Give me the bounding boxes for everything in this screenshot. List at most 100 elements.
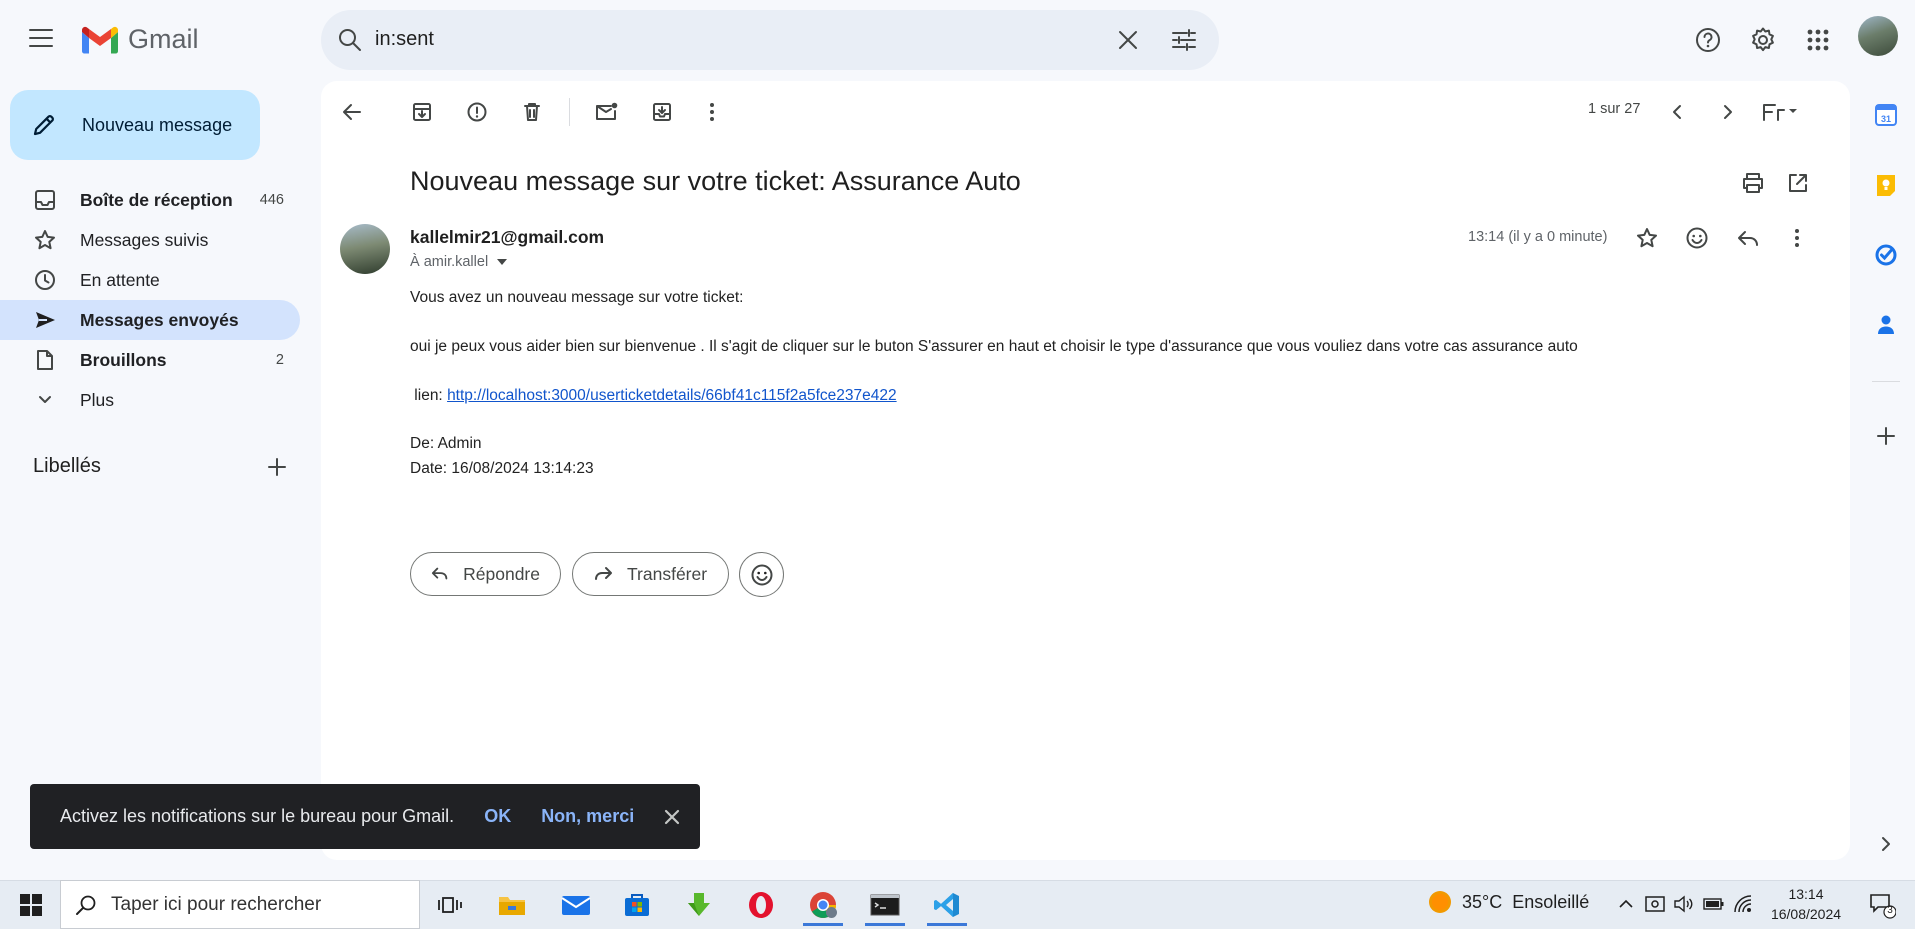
download-manager-icon[interactable] (677, 884, 721, 926)
recipient-label: À amir.kallel (410, 254, 489, 270)
speaker-volume-icon[interactable] (1673, 895, 1693, 913)
clear-search-icon[interactable] (1116, 28, 1140, 52)
action-center-icon[interactable]: 3 (1868, 891, 1896, 919)
add-reaction-emoji-icon[interactable] (1683, 224, 1711, 252)
reply-arrow-icon[interactable] (1734, 224, 1762, 252)
compose-label: Nouveau message (82, 114, 233, 135)
sidebar-item-label: Messages suivis (80, 229, 209, 250)
recipient-details[interactable]: À amir.kallel (410, 254, 508, 270)
weather-text: 35°C Ensoleillé (1462, 891, 1590, 912)
toast-ok-button[interactable]: OK (484, 806, 511, 827)
mail-app-icon[interactable] (554, 884, 598, 926)
sidebar-item-starred[interactable]: Messages suivis (0, 220, 300, 260)
more-options-icon[interactable] (698, 98, 726, 126)
help-icon[interactable] (1686, 18, 1730, 62)
mark-unread-icon[interactable] (593, 98, 621, 126)
sidebar-item-inbox[interactable]: Boîte de réception 446 (0, 180, 300, 220)
sidebar-item-label: Plus (80, 389, 115, 410)
weather-widget[interactable]: 35°C Ensoleillé (1428, 890, 1589, 914)
active-app-indicator (803, 923, 843, 926)
search-icon[interactable] (337, 27, 363, 53)
sidebar-item-sent[interactable]: Messages envoyés (0, 300, 300, 340)
terminal-icon[interactable] (863, 884, 907, 926)
sidebar-item-drafts[interactable]: Brouillons 2 (0, 340, 300, 380)
prev-page-chevron-icon[interactable] (1664, 98, 1692, 126)
next-page-chevron-icon[interactable] (1713, 98, 1741, 126)
settings-gear-icon[interactable] (1741, 18, 1785, 62)
ticket-link[interactable]: http://localhost:3000/userticketdetails/… (447, 387, 897, 404)
search-input[interactable]: in:sent (375, 28, 434, 51)
opera-browser-icon[interactable] (739, 884, 783, 926)
print-icon[interactable] (1739, 169, 1767, 197)
reply-button[interactable]: Répondre (410, 552, 561, 596)
apps-grid-icon[interactable] (1796, 18, 1840, 62)
sender-avatar[interactable] (340, 224, 390, 274)
wifi-icon[interactable] (1733, 894, 1753, 914)
delete-trash-icon[interactable] (518, 98, 546, 126)
star-message-icon[interactable] (1633, 224, 1661, 252)
compose-button[interactable]: Nouveau message (10, 90, 260, 160)
pencil-icon (33, 115, 54, 136)
forward-button[interactable]: Transférer (572, 552, 729, 596)
sidebar-item-snoozed[interactable]: En attente (0, 260, 300, 300)
pagination-count: 1 sur 27 (1588, 101, 1641, 117)
get-addons-plus-icon[interactable] (1872, 422, 1900, 450)
vscode-icon[interactable] (925, 884, 969, 926)
side-panel-divider (1872, 381, 1900, 382)
taskbar-search-box[interactable]: Taper ici pour rechercher (60, 880, 420, 929)
gmail-m-icon (82, 26, 118, 53)
forward-icon (595, 567, 612, 580)
input-tools-icon[interactable] (1760, 98, 1800, 126)
sidebar-item-label: En attente (80, 269, 160, 290)
svg-text:31: 31 (1881, 114, 1891, 124)
keep-app-icon[interactable] (1872, 171, 1900, 199)
message-more-options-icon[interactable] (1783, 224, 1811, 252)
back-arrow-icon[interactable] (338, 98, 366, 126)
sun-weather-icon (1429, 891, 1451, 913)
draft-count: 2 (275, 352, 284, 368)
add-label-icon[interactable] (266, 456, 288, 478)
sidebar-item-more[interactable]: Plus (0, 380, 300, 420)
battery-icon[interactable] (1703, 897, 1725, 911)
clock-date: 16/08/2024 (1770, 906, 1842, 922)
email-timestamp: 13:14 (il y a 0 minute) (1468, 229, 1608, 245)
gmail-logo[interactable]: Gmail (80, 24, 199, 55)
contacts-app-icon[interactable] (1872, 311, 1900, 339)
body-from: De: Admin (410, 435, 482, 452)
account-avatar[interactable] (1858, 16, 1898, 56)
reply-label: Répondre (463, 563, 540, 584)
move-to-icon[interactable] (648, 98, 676, 126)
search-bar[interactable]: in:sent (321, 10, 1219, 70)
toast-no-thanks-button[interactable]: Non, merci (541, 806, 634, 827)
sidebar-item-label: Messages envoyés (80, 309, 239, 330)
body-date: Date: 16/08/2024 13:14:23 (410, 460, 594, 477)
main-menu-icon[interactable] (28, 27, 60, 53)
unread-count: 446 (259, 192, 284, 208)
sidebar-item-label: Brouillons (80, 349, 167, 370)
toast-message: Activez les notifications sur le bureau … (60, 806, 455, 826)
toolbar-divider (569, 98, 570, 126)
sender-email[interactable]: kallelmir21@gmail.com (410, 227, 604, 248)
search-options-icon[interactable] (1171, 27, 1197, 53)
smiley-icon (751, 564, 772, 585)
archive-icon[interactable] (408, 98, 436, 126)
open-new-window-icon[interactable] (1784, 169, 1812, 197)
report-spam-icon[interactable] (463, 98, 491, 126)
notification-count: 3 (1887, 905, 1893, 916)
tasks-app-icon[interactable] (1872, 241, 1900, 269)
task-view-icon[interactable] (428, 884, 472, 926)
microsoft-store-icon[interactable] (615, 884, 659, 926)
emoji-reaction-button[interactable] (739, 552, 784, 597)
toast-close-icon[interactable] (664, 809, 680, 825)
labels-heading: Libellés (33, 455, 101, 477)
file-explorer-icon[interactable] (490, 884, 534, 926)
show-side-panel-chevron-icon[interactable] (1872, 830, 1900, 858)
tray-network-device-icon[interactable] (1645, 895, 1665, 913)
tray-chevron-up-icon[interactable] (1617, 895, 1635, 913)
windows-start-icon[interactable] (19, 893, 43, 917)
calendar-app-icon[interactable]: 31 (1872, 101, 1900, 129)
clock-icon (35, 270, 55, 290)
taskbar-clock[interactable]: 13:14 16/08/2024 (1764, 884, 1848, 924)
chevron-down-icon (39, 396, 51, 403)
chrome-browser-icon[interactable] (801, 884, 845, 926)
